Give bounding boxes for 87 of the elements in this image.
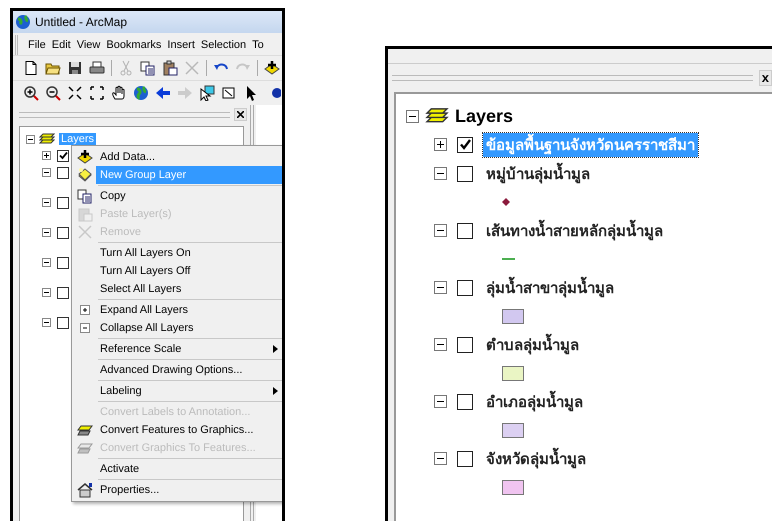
expand-icon[interactable] bbox=[42, 151, 51, 160]
checkbox[interactable] bbox=[57, 316, 69, 328]
collapse-icon[interactable] bbox=[434, 281, 447, 294]
layer-group-name[interactable]: Layers bbox=[455, 106, 514, 126]
minus-icon bbox=[77, 320, 93, 336]
close-icon bbox=[77, 224, 93, 240]
menu-item[interactable]: Activate bbox=[96, 460, 282, 478]
globe-icon[interactable] bbox=[133, 85, 149, 101]
collapse-icon[interactable] bbox=[42, 288, 51, 297]
zoom-out-icon[interactable] bbox=[45, 85, 61, 101]
arrow-left-icon[interactable] bbox=[155, 85, 171, 101]
collapse-icon[interactable] bbox=[42, 318, 51, 327]
menu-item[interactable]: Copy bbox=[96, 187, 282, 205]
window-title: Untitled - ArcMap bbox=[35, 15, 128, 29]
checkbox[interactable] bbox=[457, 450, 473, 466]
collapse-icon[interactable] bbox=[434, 452, 447, 465]
frame-icon[interactable] bbox=[221, 85, 237, 101]
menu-item[interactable]: View bbox=[76, 39, 100, 51]
collapse-icon[interactable] bbox=[434, 395, 447, 408]
menu-item[interactable]: Properties... bbox=[96, 481, 282, 499]
collapse-icon[interactable] bbox=[42, 198, 51, 207]
page-icon[interactable] bbox=[23, 60, 39, 76]
add-data-icon[interactable] bbox=[264, 60, 280, 76]
globe-icon bbox=[15, 14, 31, 30]
checkbox[interactable] bbox=[57, 226, 69, 238]
checkbox[interactable] bbox=[457, 394, 473, 410]
clipboard-icon[interactable] bbox=[162, 60, 178, 76]
checkbox[interactable] bbox=[457, 166, 473, 182]
menu-item[interactable]: Select All Layers bbox=[96, 280, 282, 298]
menu-item[interactable]: Convert Features to Graphics... bbox=[96, 421, 282, 439]
close-button[interactable]: x bbox=[758, 70, 772, 86]
pointer-select-icon[interactable] bbox=[199, 85, 215, 101]
checkbox[interactable] bbox=[457, 280, 473, 296]
checkbox[interactable] bbox=[57, 286, 69, 298]
collapse-icon[interactable] bbox=[434, 224, 447, 237]
clipboard-icon bbox=[77, 206, 93, 222]
checkbox[interactable] bbox=[57, 150, 69, 162]
layer-name[interactable]: จังหวัดลุ่มน้ำมูล bbox=[483, 446, 589, 470]
print-icon[interactable] bbox=[89, 60, 105, 76]
arrows-out-icon[interactable] bbox=[89, 85, 105, 101]
arrows-in-icon[interactable] bbox=[67, 85, 83, 101]
checkbox[interactable] bbox=[57, 256, 69, 268]
menu-item[interactable]: Turn All Layers Off bbox=[96, 262, 282, 280]
checkbox[interactable] bbox=[57, 166, 69, 178]
menu-item[interactable]: Collapse All Layers bbox=[96, 319, 282, 337]
layer-name[interactable]: เส้นทางน้ำสายหลักลุ่มน้ำมูล bbox=[483, 218, 666, 242]
menu-item[interactable]: Add Data... bbox=[96, 148, 282, 166]
collapse-icon[interactable] bbox=[42, 168, 51, 177]
menu-item[interactable]: To bbox=[252, 39, 264, 51]
close-icon[interactable] bbox=[234, 108, 247, 121]
hand-icon[interactable] bbox=[111, 85, 127, 101]
collapse-icon[interactable] bbox=[42, 258, 51, 267]
copy-icon[interactable] bbox=[140, 60, 156, 76]
checkbox[interactable] bbox=[57, 196, 69, 208]
menu-item[interactable]: Reference Scale bbox=[96, 340, 282, 358]
collapse-icon[interactable] bbox=[434, 167, 447, 180]
menu-item[interactable]: Advanced Drawing Options... bbox=[96, 361, 282, 379]
menu-item[interactable]: Bookmarks bbox=[106, 39, 162, 51]
menu-item[interactable]: Insert bbox=[167, 39, 195, 51]
copy-icon bbox=[77, 188, 93, 204]
collapse-icon[interactable] bbox=[434, 338, 447, 351]
collapse-icon[interactable] bbox=[26, 134, 35, 144]
menu-item[interactable]: File bbox=[28, 39, 46, 51]
layer-name[interactable]: อำเภอลุ่มน้ำมูล bbox=[483, 390, 586, 414]
menu-item[interactable]: Turn All Layers On bbox=[96, 244, 282, 262]
zoom-in-icon[interactable] bbox=[23, 85, 39, 101]
layer-icon bbox=[77, 167, 93, 183]
menu-item[interactable]: Expand All Layers bbox=[96, 301, 282, 319]
add-data-icon bbox=[77, 149, 93, 165]
checkbox[interactable] bbox=[457, 336, 473, 352]
expand-icon[interactable] bbox=[434, 138, 447, 151]
plus-icon bbox=[77, 302, 93, 318]
menu-item[interactable]: Edit bbox=[52, 39, 71, 51]
collapse-icon[interactable] bbox=[42, 228, 51, 237]
layers-icon bbox=[39, 132, 55, 146]
submenu-arrow-icon bbox=[273, 387, 278, 395]
submenu-arrow-icon bbox=[273, 345, 278, 353]
checkbox[interactable] bbox=[457, 136, 473, 152]
checkbox[interactable] bbox=[457, 222, 473, 238]
collapse-icon[interactable] bbox=[406, 110, 419, 122]
save-icon[interactable] bbox=[67, 60, 83, 76]
layer-name[interactable]: ตำบลลุ่มน้ำมูล bbox=[483, 332, 582, 356]
layer-name[interactable]: ลุ่มน้ำสาขาลุ่มน้ำมูล bbox=[483, 276, 617, 300]
menu-item[interactable]: Selection bbox=[200, 39, 246, 51]
menu-item[interactable]: Labeling bbox=[96, 382, 282, 400]
layer-name[interactable]: หมู่บ้านลุ่มน้ำมูล bbox=[483, 162, 593, 186]
house-icon bbox=[77, 482, 93, 498]
